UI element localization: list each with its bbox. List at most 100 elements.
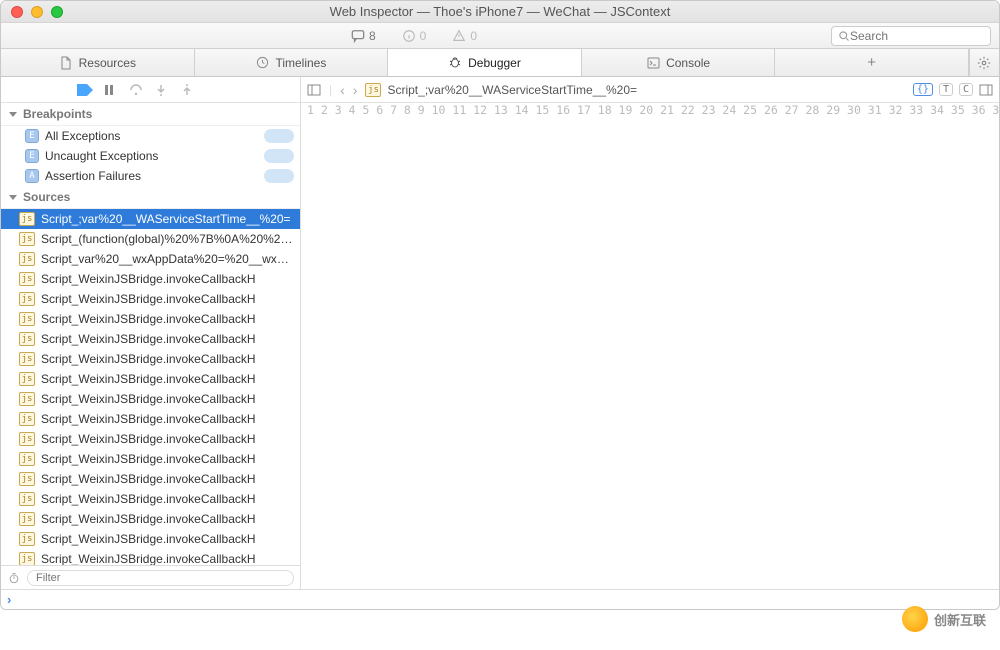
js-file-icon: js — [19, 532, 35, 546]
source-filename: Script_WeixinJSBridge.invokeCallbackH — [41, 412, 256, 426]
step-over-icon[interactable] — [181, 84, 197, 96]
js-file-icon: js — [19, 392, 35, 406]
js-file-icon: js — [19, 232, 35, 246]
source-row[interactable]: js Script_WeixinJSBridge.invokeCallbackH — [1, 429, 300, 449]
source-row[interactable]: js Script_WeixinJSBridge.invokeCallbackH — [1, 409, 300, 429]
tab-console[interactable]: Console — [582, 49, 776, 76]
breakpoint-toggle[interactable] — [264, 149, 294, 163]
pretty-print-button[interactable]: {} — [913, 83, 933, 96]
clock-icon — [255, 56, 269, 70]
source-filename: Script_WeixinJSBridge.invokeCallbackH — [41, 272, 256, 286]
js-file-icon: js — [19, 292, 35, 306]
console-icon — [646, 56, 660, 70]
source-row[interactable]: jsScript_WeixinJSBridge.invokeCallbackH — [1, 289, 300, 309]
warnings-count-button[interactable]: 0 — [444, 27, 485, 45]
breakpoint-type-icon: A — [25, 169, 39, 183]
source-row[interactable]: jsScript_var%20__wxAppData%20=%20__wxApp… — [1, 249, 300, 269]
source-filename: Script_WeixinJSBridge.invokeCallbackH — [41, 432, 256, 446]
source-row[interactable]: js Script_WeixinJSBridge.invokeCallbackH — [1, 389, 300, 409]
info-count: 0 — [420, 29, 427, 43]
source-row[interactable]: js Script_WeixinJSBridge.invokeCallbackH — [1, 469, 300, 489]
breakpoint-type-icon: E — [25, 149, 39, 163]
coverage-button[interactable]: C — [959, 83, 973, 96]
js-file-icon: js — [19, 352, 35, 366]
source-filename: Script_WeixinJSBridge.invokeCallbackH — [41, 352, 256, 366]
step-in-icon[interactable] — [155, 84, 171, 96]
source-row[interactable]: jsScript_WeixinJSBridge.invokeCallbackH — [1, 529, 300, 549]
breakpoint-toggle[interactable] — [264, 129, 294, 143]
sources-section-header[interactable]: Sources — [1, 186, 300, 209]
chevron-down-icon — [9, 112, 17, 117]
gear-icon — [977, 56, 991, 70]
bug-icon — [448, 56, 462, 70]
speech-icon — [351, 29, 365, 43]
doc-icon — [59, 56, 73, 70]
step-out-icon[interactable] — [129, 84, 145, 96]
js-file-icon: js — [19, 492, 35, 506]
source-filename: Script_WeixinJSBridge.invokeCallbackH — [41, 452, 256, 466]
warnings-count: 0 — [470, 29, 477, 43]
breakpoint-row[interactable]: A Assertion Failures — [1, 166, 300, 186]
breakpoints-section-header[interactable]: Breakpoints — [1, 103, 300, 126]
source-filename: Script_WeixinJSBridge.invokeCallbackH — [41, 372, 256, 386]
source-filename: Script_WeixinJSBridge.invokeCallbackH — [41, 332, 256, 346]
console-chevron-icon: › — [7, 592, 11, 607]
js-file-icon: js — [19, 412, 35, 426]
source-row[interactable]: jsScript_WeixinJSBridge.invokeCallbackH — [1, 329, 300, 349]
source-code-area[interactable]: 1 2 3 4 5 6 7 8 9 10 11 12 13 14 15 16 1… — [301, 103, 999, 589]
timer-icon[interactable] — [7, 571, 21, 585]
source-filename: Script_WeixinJSBridge.invokeCallbackH — [41, 552, 256, 565]
left-panel-toggle-icon[interactable] — [307, 84, 321, 96]
pause-icon[interactable] — [103, 84, 119, 96]
source-filename: Script_var%20__wxAppData%20=%20__wxApp..… — [41, 252, 296, 266]
source-row[interactable]: js Script_WeixinJSBridge.invokeCallbackH — [1, 509, 300, 529]
info-count-button[interactable]: 0 — [394, 27, 435, 45]
source-row[interactable]: js Script_WeixinJSBridge.invokeCallbackH — [1, 349, 300, 369]
source-row[interactable]: jsScript_;var%20__WAServiceStartTime__%2… — [1, 209, 300, 229]
window-title: Web Inspector — Thoe's iPhone7 — WeChat … — [1, 4, 999, 19]
nav-back[interactable]: ‹ — [340, 82, 345, 98]
elements-count: 8 — [369, 29, 376, 43]
source-filename: Script_WeixinJSBridge.invokeCallbackH — [41, 392, 256, 406]
tab-timelines[interactable]: Timelines — [195, 49, 389, 76]
tab-settings[interactable] — [969, 49, 999, 76]
js-file-icon: js — [19, 212, 35, 226]
source-row[interactable]: js Script_(function(global)%20%7B%0A%20%2… — [1, 229, 300, 249]
tab-resources[interactable]: Resources — [1, 49, 195, 76]
breakpoint-toggle[interactable] — [264, 169, 294, 183]
breakpoint-marker-icon[interactable] — [77, 84, 93, 96]
js-file-icon: js — [19, 312, 35, 326]
console-prompt[interactable]: › — [1, 589, 999, 609]
source-row[interactable]: js Script_WeixinJSBridge.invokeCallbackH — [1, 489, 300, 509]
elements-count-button[interactable]: 8 — [343, 27, 384, 45]
js-file-icon: js — [19, 272, 35, 286]
type-button[interactable]: T — [939, 83, 953, 96]
source-row[interactable]: jsScript_WeixinJSBridge.invokeCallbackH — [1, 309, 300, 329]
source-row[interactable]: js Script_WeixinJSBridge.invokeCallbackH — [1, 549, 300, 565]
source-filename: Script_WeixinJSBridge.invokeCallbackH — [41, 492, 256, 506]
source-filename: Script_(function(global)%20%7B%0A%20%20.… — [41, 232, 296, 246]
source-filename: Script_WeixinJSBridge.invokeCallbackH — [41, 512, 256, 526]
breakpoint-row[interactable]: E Uncaught Exceptions — [1, 146, 300, 166]
breadcrumb[interactable]: js Script_;var%20__WAServiceStartTime__%… — [365, 83, 904, 97]
filter-input[interactable] — [27, 570, 294, 586]
js-file-icon: js — [19, 452, 35, 466]
tab-add[interactable]: + — [775, 49, 969, 76]
search-icon — [838, 29, 850, 43]
js-file-icon: js — [19, 552, 35, 565]
source-row[interactable]: jsScript_WeixinJSBridge.invokeCallbackH — [1, 369, 300, 389]
js-file-icon: js — [19, 432, 35, 446]
nav-forward[interactable]: › — [353, 82, 358, 98]
js-file-icon: js — [19, 472, 35, 486]
search-input[interactable] — [850, 29, 1000, 43]
right-panel-toggle-icon[interactable] — [979, 84, 993, 96]
breakpoint-row[interactable]: EAll Exceptions — [1, 126, 300, 146]
js-file-icon: js — [19, 512, 35, 526]
breakpoint-label: Uncaught Exceptions — [45, 149, 258, 163]
source-row[interactable]: js Script_WeixinJSBridge.invokeCallbackH — [1, 269, 300, 289]
source-row[interactable]: js Script_WeixinJSBridge.invokeCallbackH — [1, 449, 300, 469]
search-field[interactable] — [831, 26, 991, 46]
tab-debugger[interactable]: Debugger — [388, 49, 582, 76]
source-filename: Script_WeixinJSBridge.invokeCallbackH — [41, 472, 256, 486]
breakpoint-label: Assertion Failures — [45, 169, 258, 183]
